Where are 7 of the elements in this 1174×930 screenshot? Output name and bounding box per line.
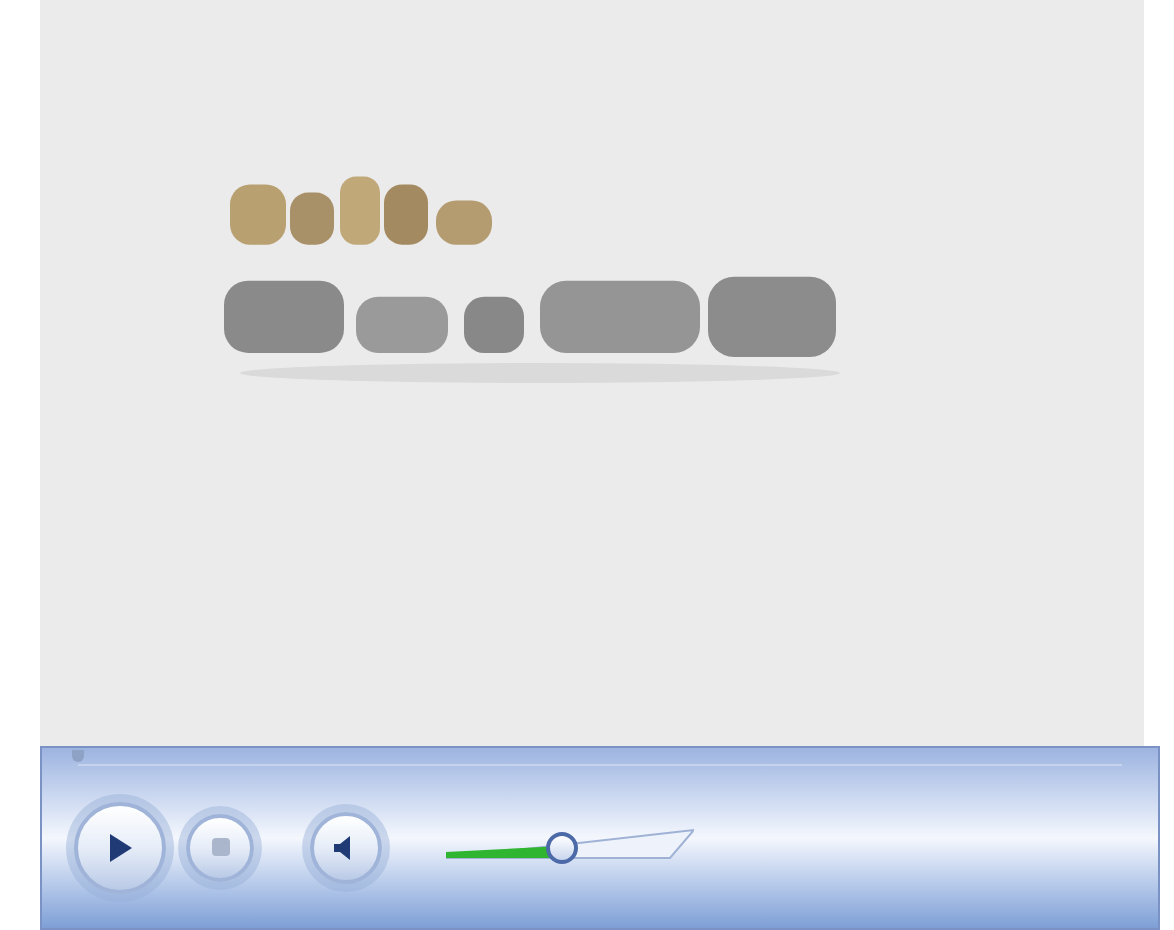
mute-button[interactable] bbox=[310, 811, 382, 883]
volume-thumb[interactable] bbox=[546, 831, 579, 863]
seek-thumb[interactable] bbox=[72, 750, 84, 762]
play-icon bbox=[104, 831, 136, 863]
stop-icon bbox=[211, 838, 229, 856]
volume-slider[interactable] bbox=[446, 825, 694, 869]
play-button[interactable] bbox=[74, 801, 166, 893]
